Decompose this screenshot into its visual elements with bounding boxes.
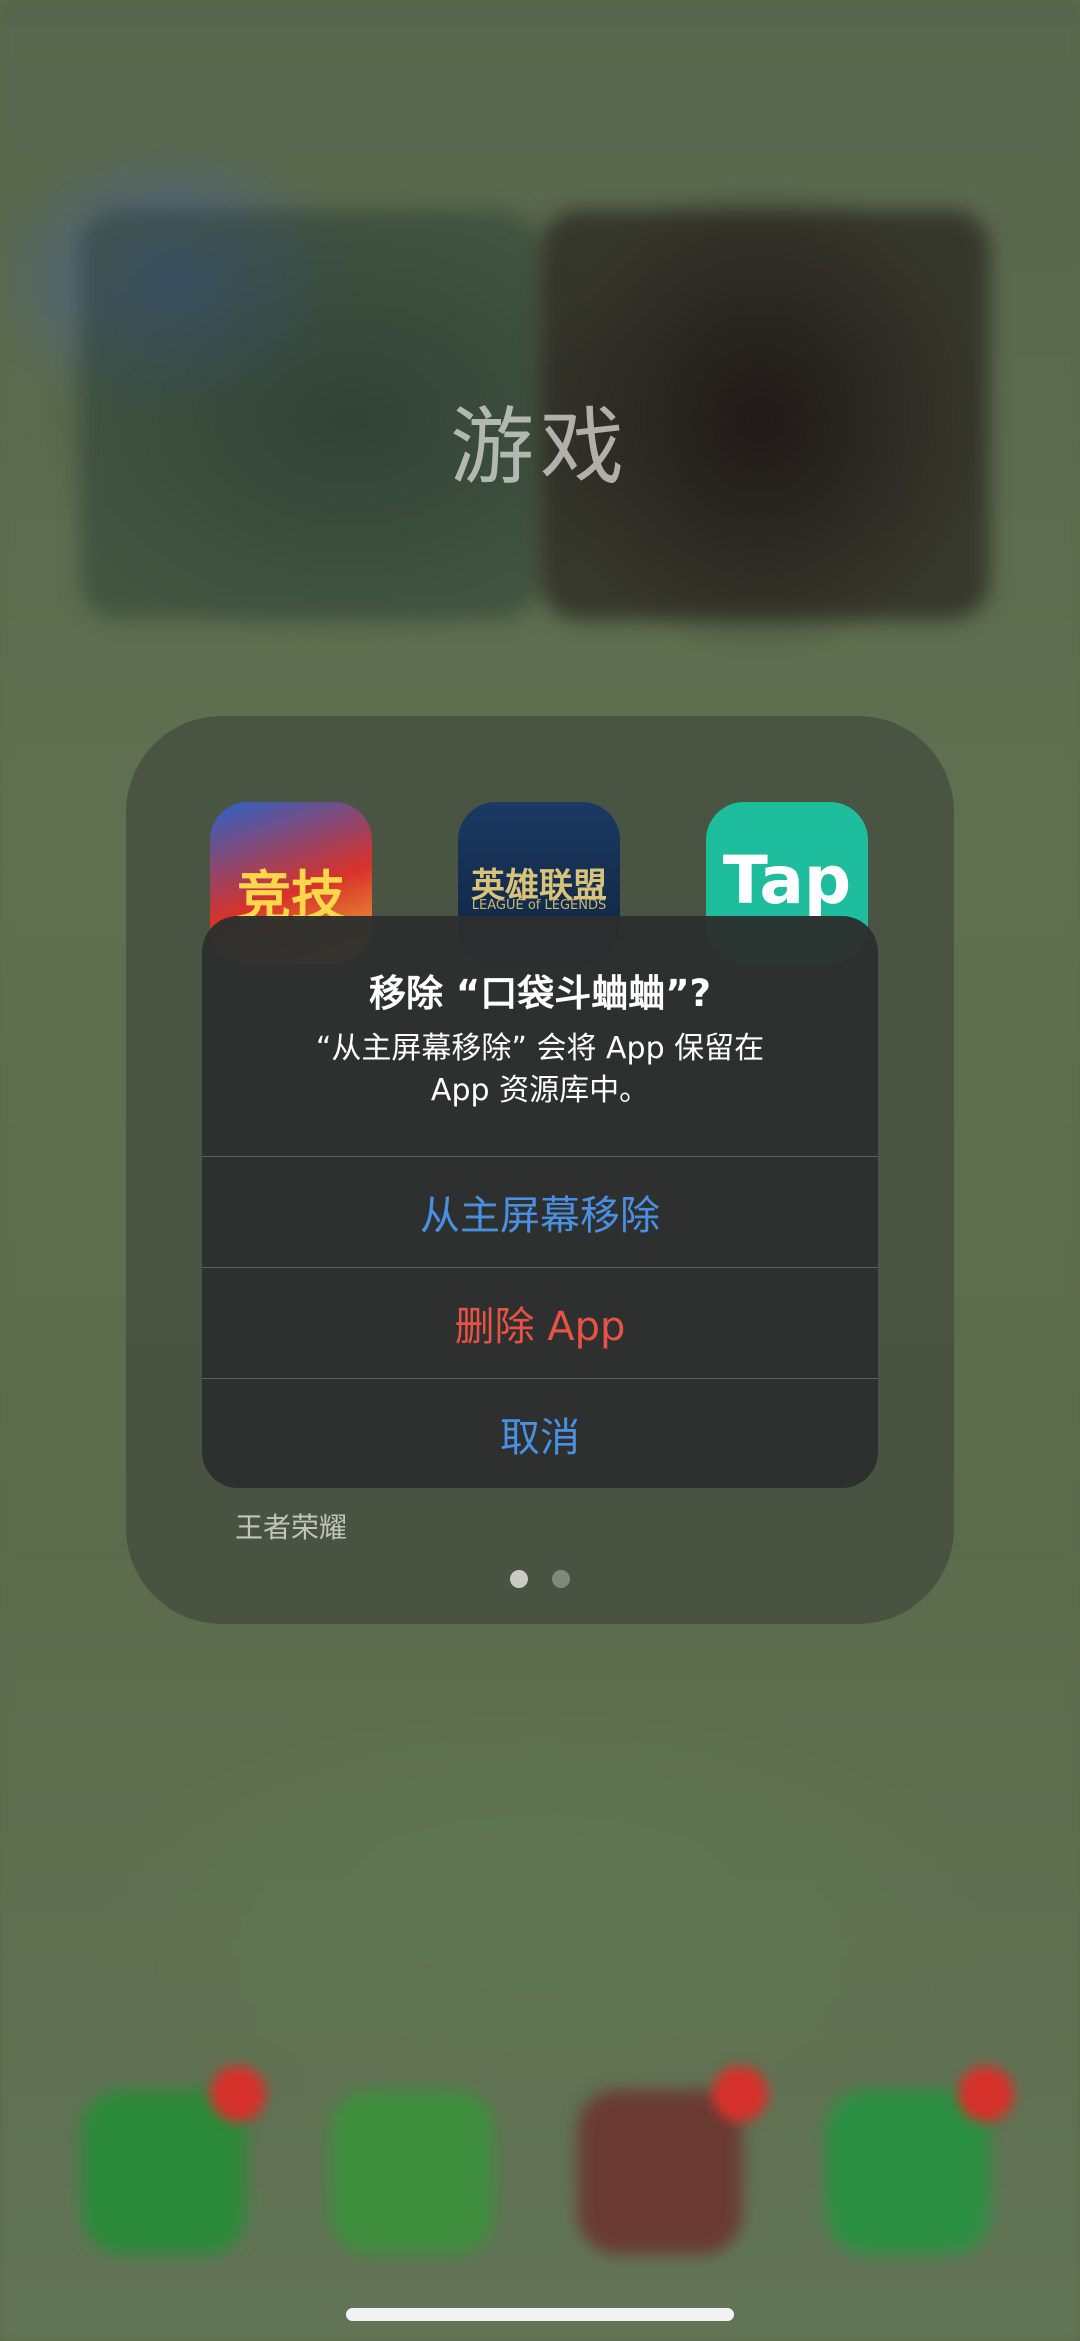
alert-header: 移除 “口袋斗蛐蛐”? “从主屏幕移除” 会将 App 保留在 App 资源库中… bbox=[202, 916, 878, 1156]
alert-message-line-1: “从主屏幕移除” 会将 App 保留在 bbox=[315, 1031, 765, 1066]
dock-game-icon bbox=[578, 2090, 742, 2254]
cancel-button[interactable]: 取消 bbox=[202, 1378, 878, 1488]
remove-from-home-button[interactable]: 从主屏幕移除 bbox=[202, 1156, 878, 1267]
alert-message: “从主屏幕移除” 会将 App 保留在 App 资源库中。 bbox=[202, 1028, 878, 1112]
page-dot-1[interactable] bbox=[510, 1570, 528, 1588]
dock-game-badge bbox=[712, 2066, 768, 2122]
app-subtext: LEAGUE of LEGENDS bbox=[471, 898, 607, 913]
page-dot-2[interactable] bbox=[552, 1570, 570, 1588]
app-glyph: Tap bbox=[722, 842, 852, 919]
dock-wechat-badge bbox=[958, 2066, 1014, 2122]
app-label-honor-of-kings: 王者荣耀 bbox=[234, 1511, 347, 1544]
folder-title: 游戏 bbox=[449, 398, 630, 496]
remove-app-alert: 移除 “口袋斗蛐蛐”? “从主屏幕移除” 会将 App 保留在 App 资源库中… bbox=[202, 916, 878, 1488]
alert-message-line-2: App 资源库中。 bbox=[430, 1073, 650, 1108]
delete-app-button[interactable]: 删除 App bbox=[202, 1267, 878, 1378]
page-indicator[interactable] bbox=[126, 1570, 954, 1592]
home-indicator[interactable] bbox=[346, 2308, 734, 2321]
alert-title: 移除 “口袋斗蛐蛐”? bbox=[369, 972, 711, 1015]
dock-messages-icon bbox=[330, 2090, 494, 2254]
dock-phone-badge bbox=[210, 2066, 266, 2122]
dock-wechat-icon bbox=[826, 2090, 990, 2254]
